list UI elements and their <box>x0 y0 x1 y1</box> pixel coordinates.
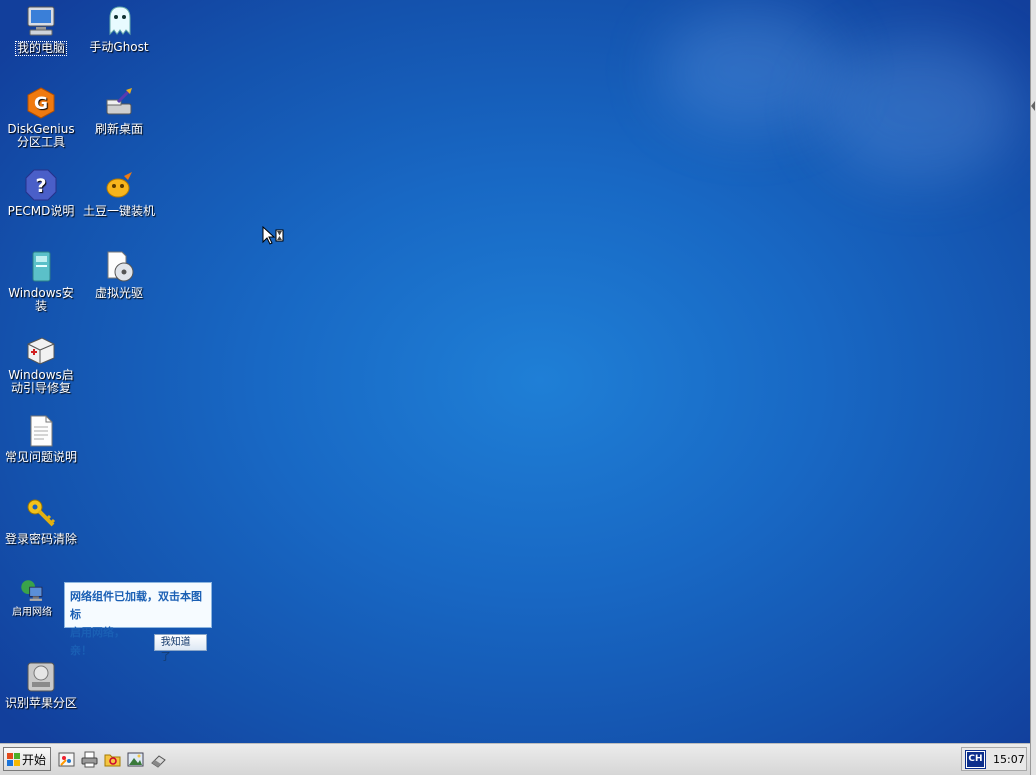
icon-label: Windows安装 <box>8 286 74 313</box>
icon-label: 手动Ghost <box>89 40 149 54</box>
explorer-icon[interactable] <box>104 751 121 768</box>
icon-label: Windows启动引导修复 <box>8 368 74 395</box>
icon-label: PECMD说明 <box>7 204 75 218</box>
eraser-icon[interactable] <box>150 751 167 768</box>
install-icon <box>24 250 58 284</box>
icon-label: 登录密码清除 <box>4 532 77 546</box>
printer-icon[interactable] <box>81 751 98 768</box>
desktop-icon-boot-repair[interactable]: Windows启动引导修复 <box>2 332 80 395</box>
network-icon <box>19 578 45 604</box>
image-viewer-icon[interactable] <box>127 751 144 768</box>
paint-icon[interactable] <box>58 751 75 768</box>
key-icon <box>24 496 58 530</box>
diskgenius-icon: G <box>24 86 58 120</box>
desktop-icon-apple-partition[interactable]: 识别苹果分区 <box>2 660 80 710</box>
desktop-icon-tudou-install[interactable]: 土豆一键装机 <box>80 168 158 218</box>
taskbar: 开始 CH 15:07 <box>0 743 1030 775</box>
repair-kit-icon <box>24 332 58 366</box>
desktop-icon-enable-network[interactable]: 启用网络 <box>0 578 70 619</box>
brush-icon <box>102 86 136 120</box>
svg-text:G: G <box>34 94 48 114</box>
dismiss-notification-button[interactable]: 我知道了 <box>153 633 207 663</box>
start-button[interactable]: 开始 <box>3 747 51 771</box>
icon-label: 常见问题说明 <box>4 450 77 464</box>
desktop-icon-refresh-desktop[interactable]: 刷新桌面 <box>80 86 158 136</box>
document-icon <box>24 414 58 448</box>
desktop-icon-diskgenius[interactable]: G DiskGenius分区工具 <box>2 86 80 149</box>
desktop-icon-windows-install[interactable]: Windows安装 <box>2 250 80 313</box>
desktop-icon-password-clear[interactable]: 登录密码清除 <box>2 496 80 546</box>
icon-label: 启用网络 <box>12 607 52 618</box>
tudou-icon <box>102 168 136 202</box>
language-indicator[interactable]: CH <box>965 749 986 769</box>
window-edge-scrollbar <box>1030 0 1036 775</box>
desktop-icon-manual-ghost[interactable]: 手动Ghost <box>80 4 158 54</box>
svg-text:?: ? <box>35 175 46 197</box>
start-label: 开始 <box>22 752 47 767</box>
icon-label: 虚拟光驱 <box>94 286 143 300</box>
icon-label: DiskGenius分区工具 <box>7 122 75 149</box>
windows-logo-icon <box>7 753 20 766</box>
desktop-icon-pecmd-help[interactable]: ? PECMD说明 <box>2 168 80 218</box>
system-tray: CH 15:07 <box>961 747 1027 771</box>
desktop-icon-virtual-drive[interactable]: 虚拟光驱 <box>80 250 158 300</box>
desktop[interactable]: 我的电脑 G DiskGenius分区工具 ? PECMD说明 Windows安… <box>0 0 1030 743</box>
icon-label: 识别苹果分区 <box>4 696 77 710</box>
desktop-icon-my-computer[interactable]: 我的电脑 <box>2 4 80 56</box>
computer-icon <box>24 4 58 38</box>
desktop-icon-faq[interactable]: 常见问题说明 <box>2 414 80 464</box>
clock[interactable]: 15:07 <box>993 753 1025 766</box>
notification-line-2: 启用网络，亲！ <box>70 626 125 657</box>
icon-label: 土豆一键装机 <box>82 204 155 218</box>
edge-arrow-icon <box>1031 100 1036 111</box>
busy-cursor-icon <box>262 225 286 246</box>
notification-line-1: 网络组件已加载，双击本图标 <box>70 590 202 621</box>
hard-drive-icon <box>24 660 58 694</box>
network-notification-balloon[interactable]: 网络组件已加载，双击本图标 启用网络，亲！ 我知道了 <box>64 582 212 663</box>
icon-label: 我的电脑 <box>14 41 67 56</box>
virtual-cd-icon <box>102 250 136 284</box>
icon-label: 刷新桌面 <box>94 122 143 136</box>
ghost-icon <box>102 4 136 38</box>
help-icon: ? <box>24 168 58 202</box>
